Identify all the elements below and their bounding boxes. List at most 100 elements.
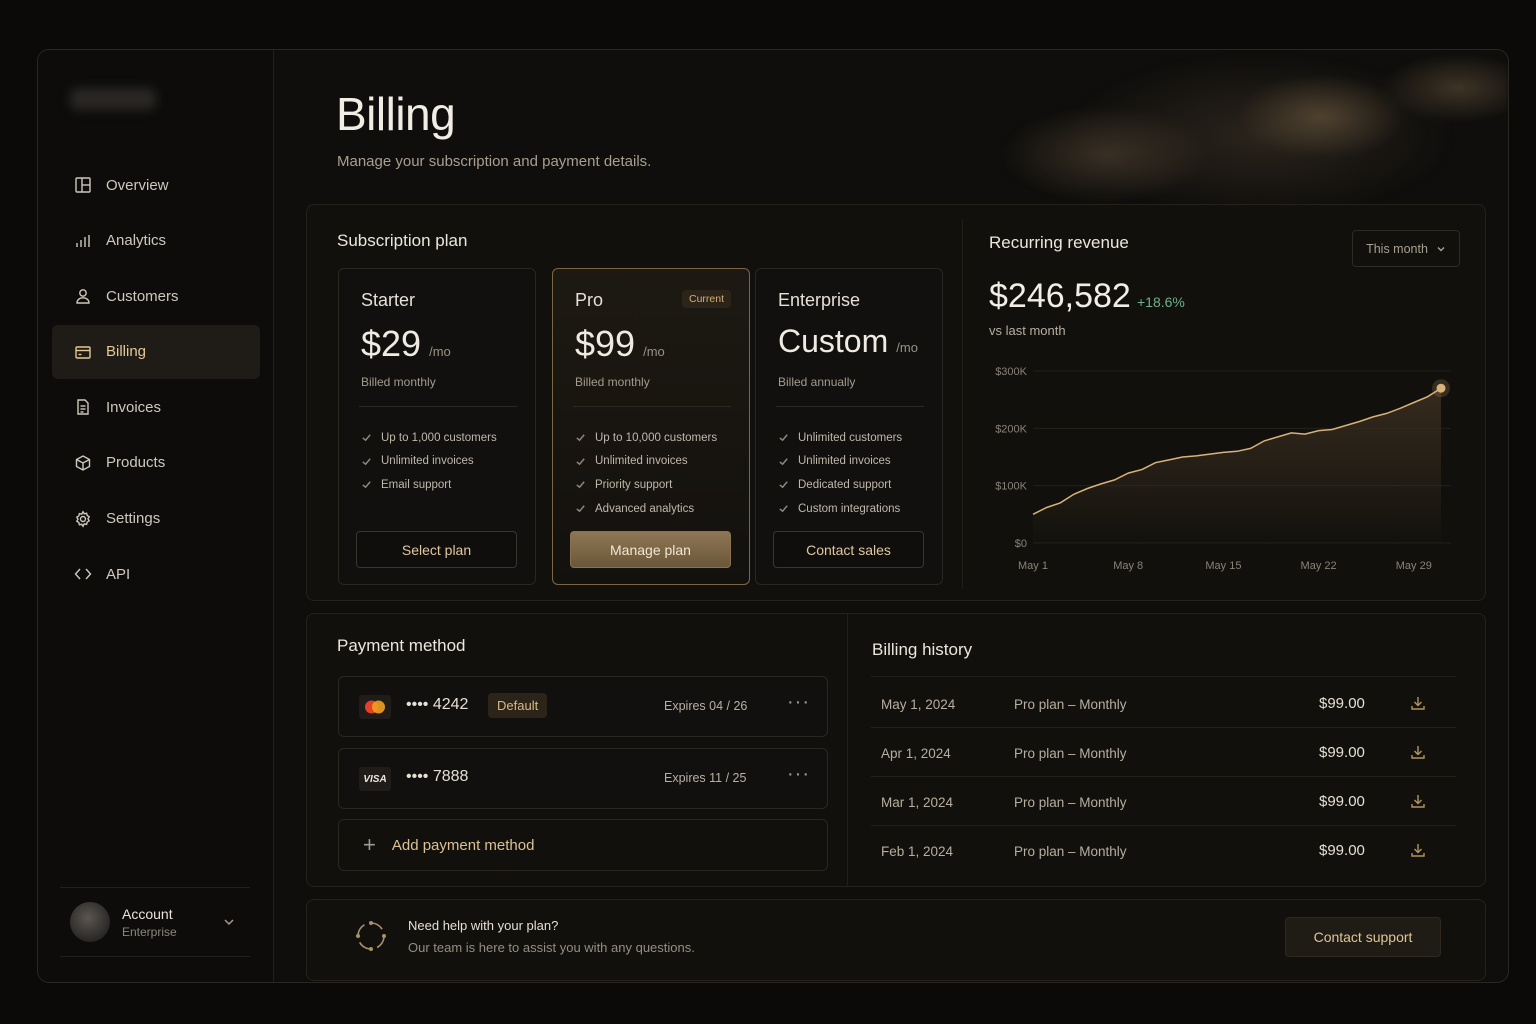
invoice-plan: Pro plan – Monthly <box>1014 746 1127 761</box>
more-options-icon[interactable]: ··· <box>787 763 810 786</box>
sidebar-item-invoices[interactable]: Invoices <box>52 380 260 434</box>
feature-item: Up to 1,000 customers <box>361 426 497 450</box>
check-icon <box>362 458 371 466</box>
payment-method-row[interactable]: •••• 4242 Default Expires 04 / 26 ··· <box>338 676 828 737</box>
feature-item: Unlimited invoices <box>361 450 497 474</box>
plan-card-starter: Starter $29 /mo Billed monthly Up to 1,0… <box>338 268 536 585</box>
feature-list: Up to 10,000 customers Unlimited invoice… <box>575 426 717 520</box>
card-number: •••• 4242 <box>406 696 469 713</box>
page-title: Billing <box>336 88 456 140</box>
sidebar-item-api[interactable]: API <box>52 547 260 601</box>
feature-item: Up to 10,000 customers <box>575 426 717 450</box>
plan-card-pro: Pro Current $99 /mo Billed monthly Up to… <box>552 268 750 585</box>
invoice-plan: Pro plan – Monthly <box>1014 795 1127 810</box>
current-plan-badge: Current <box>681 290 731 308</box>
sidebar-item-overview[interactable]: Overview <box>52 158 260 212</box>
contact-sales-button[interactable]: Contact sales <box>773 531 924 568</box>
feature-item: Email support <box>361 473 497 497</box>
account-name: Account <box>122 905 173 922</box>
feature-list: Up to 1,000 customers Unlimited invoices… <box>361 426 497 497</box>
account-switcher[interactable]: Account Enterprise <box>60 887 250 957</box>
check-icon <box>576 458 585 466</box>
card-number: •••• 7888 <box>406 768 469 785</box>
x-tick-label: May 8 <box>1113 560 1143 572</box>
default-badge: Default <box>488 693 548 718</box>
sidebar-item-label: Invoices <box>106 398 162 416</box>
chevron-down-icon <box>224 919 234 926</box>
user-icon <box>76 289 90 304</box>
sidebar: Overview Analytics Customers Billing Inv… <box>38 50 274 982</box>
invoice-date: Apr 1, 2024 <box>881 746 951 761</box>
add-payment-method-label: Add payment method <box>391 836 535 854</box>
subscription-title: Subscription plan <box>337 231 468 250</box>
help-text: Our team is here to assist you with any … <box>408 940 695 955</box>
revenue-amount: $246,582 <box>989 277 1131 315</box>
download-icon[interactable] <box>1410 695 1426 711</box>
plan-price: Custom <box>778 323 889 359</box>
table-row: Apr 1, 2024 Pro plan – Monthly $99.00 <box>871 728 1456 777</box>
credit-card-icon <box>75 346 91 359</box>
feature-item: Dedicated support <box>778 473 902 497</box>
invoice-amount: $99.00 <box>1319 744 1365 761</box>
y-tick-label: $300K <box>995 366 1027 378</box>
sidebar-item-label: Billing <box>106 343 147 361</box>
divider <box>359 406 517 407</box>
feature-item: Unlimited invoices <box>778 450 902 474</box>
sidebar-nav: Overview Analytics Customers Billing Inv… <box>52 158 260 603</box>
code-icon <box>74 568 92 580</box>
x-tick-label: May 1 <box>1018 560 1048 572</box>
table-row: Mar 1, 2024 Pro plan – Monthly $99.00 <box>871 777 1456 826</box>
feature-item: Advanced analytics <box>575 497 717 521</box>
card-expiry: Expires 11 / 25 <box>664 771 747 785</box>
x-tick-label: May 22 <box>1301 560 1337 572</box>
invoice-amount: $99.00 <box>1319 793 1365 810</box>
sidebar-item-settings[interactable]: Settings <box>52 492 260 546</box>
subscription-card: Subscription plan Starter $29 /mo Billed… <box>306 204 1486 601</box>
sidebar-item-products[interactable]: Products <box>52 436 260 490</box>
sidebar-item-label: Settings <box>106 510 161 528</box>
x-tick-label: May 29 <box>1396 560 1432 572</box>
logo <box>70 88 156 110</box>
sidebar-item-customers[interactable]: Customers <box>52 269 260 323</box>
plus-icon: + <box>363 832 376 857</box>
invoice-plan: Pro plan – Monthly <box>1014 844 1127 859</box>
billing-history-title: Billing history <box>872 640 973 659</box>
y-tick-label: $0 <box>1015 538 1027 550</box>
payment-title: Payment method <box>337 636 466 655</box>
table-row: May 1, 2024 Pro plan – Monthly $99.00 <box>871 679 1456 728</box>
plan-period: /mo <box>429 344 451 359</box>
more-options-icon[interactable]: ··· <box>787 691 810 714</box>
box-icon <box>75 455 91 471</box>
download-icon[interactable] <box>1410 842 1426 858</box>
check-icon <box>362 481 371 489</box>
plan-period: /mo <box>643 344 665 359</box>
check-icon <box>576 434 585 442</box>
period-select-label: This month <box>1366 241 1428 256</box>
invoice-date: Feb 1, 2024 <box>881 844 954 859</box>
plan-billing: Billed monthly <box>575 375 650 389</box>
download-icon[interactable] <box>1410 744 1426 760</box>
help-card: Need help with your plan? Our team is he… <box>306 899 1486 981</box>
sidebar-item-analytics[interactable]: Analytics <box>52 214 260 268</box>
download-icon[interactable] <box>1410 793 1426 809</box>
sidebar-item-billing[interactable]: Billing <box>52 324 260 379</box>
check-icon <box>779 434 788 442</box>
add-payment-method-button[interactable]: + Add payment method <box>338 819 828 871</box>
select-plan-button[interactable]: Select plan <box>356 531 517 568</box>
manage-plan-button[interactable]: Manage plan <box>570 531 731 568</box>
divider <box>962 219 963 589</box>
plan-price: $99 <box>575 323 636 364</box>
revenue-comparison: vs last month <box>989 323 1066 338</box>
invoice-amount: $99.00 <box>1319 842 1365 859</box>
sidebar-item-label: Analytics <box>106 232 167 250</box>
sidebar-item-label: Products <box>106 454 166 472</box>
payment-method-row[interactable]: VISA •••• 7888 Expires 11 / 25 ··· <box>338 748 828 809</box>
plan-card-enterprise: Enterprise Custom /mo Billed annually Un… <box>755 268 943 585</box>
account-plan: Enterprise <box>122 924 177 939</box>
check-icon <box>362 434 371 442</box>
period-select[interactable]: This month <box>1352 230 1460 267</box>
layout-icon <box>75 177 91 193</box>
check-icon <box>779 505 788 513</box>
contact-support-button[interactable]: Contact support <box>1285 917 1441 957</box>
data-point <box>1436 383 1446 393</box>
